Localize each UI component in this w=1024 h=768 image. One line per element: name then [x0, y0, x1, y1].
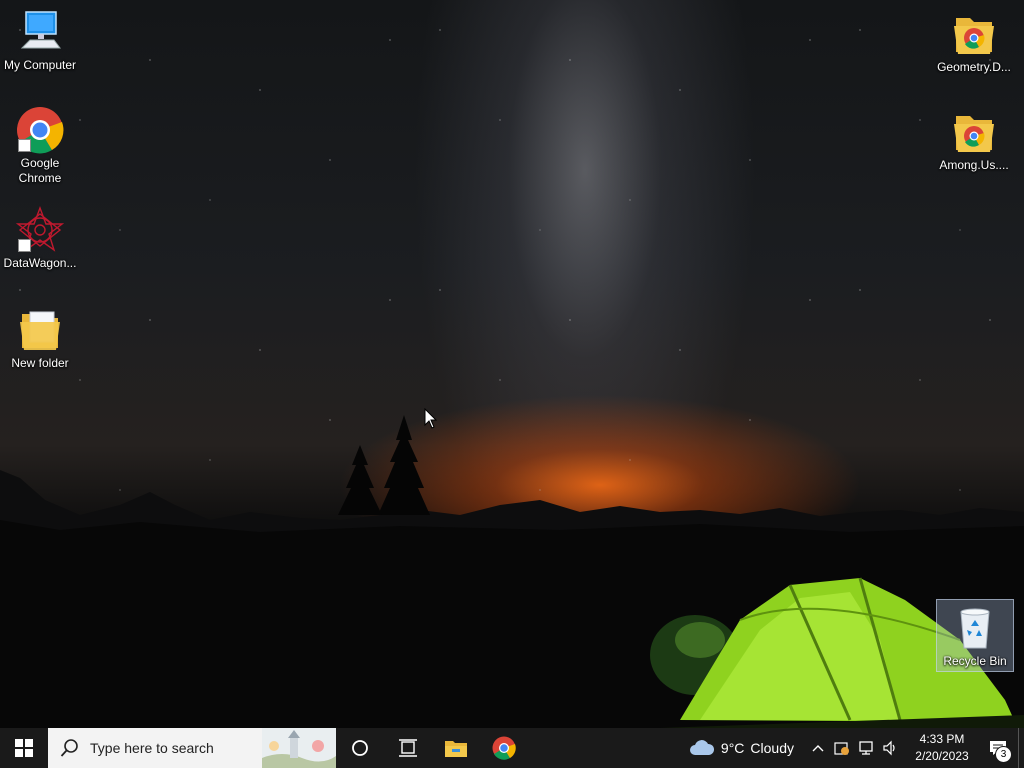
search-icon	[60, 739, 78, 757]
datawagon-icon	[15, 206, 65, 254]
cortana-circle-icon	[352, 740, 368, 756]
chrome-icon	[492, 736, 516, 760]
network-icon	[859, 741, 873, 755]
file-explorer-icon	[445, 741, 467, 757]
taskbar-file-explorer[interactable]	[432, 728, 480, 768]
taskbar: Type here to search 9°C Cloudy 4:33 PM 2…	[0, 728, 1024, 768]
show-desktop-button[interactable]	[1018, 728, 1024, 768]
network-button[interactable]	[854, 728, 878, 768]
chrome-icon	[16, 106, 64, 154]
weather-temperature: 9°C	[720, 740, 745, 756]
computer-icon	[16, 8, 64, 56]
icon-label: DataWagon...	[3, 256, 77, 270]
start-button[interactable]	[0, 728, 48, 768]
taskbar-google-chrome[interactable]	[480, 728, 528, 768]
windows-logo-icon	[15, 739, 33, 757]
weather-widget[interactable]: 9°C Cloudy	[689, 739, 794, 757]
clock-date: 2/20/2023	[915, 749, 969, 763]
desktop-icon-new-folder[interactable]: New folder	[0, 306, 80, 371]
chevron-up-icon	[812, 745, 824, 752]
search-placeholder: Type here to search	[90, 740, 214, 756]
icon-label: Recycle Bin	[943, 654, 1007, 668]
volume-button[interactable]	[878, 728, 902, 768]
chrome-html-file-icon	[950, 10, 998, 58]
desktop-icon-datawagon[interactable]: DataWagon...	[0, 206, 80, 271]
taskbar-search-box[interactable]: Type here to search	[48, 728, 336, 768]
desktop-icon-geometry[interactable]: Geometry.D...	[934, 10, 1014, 75]
task-view-button[interactable]	[384, 728, 432, 768]
icon-label: Among.Us....	[939, 158, 1009, 172]
desktop[interactable]: My Computer Google Chrome DataWagon... N…	[0, 0, 1024, 768]
taskbar-clock[interactable]: 4:33 PM 2/20/2023	[906, 731, 978, 765]
search-highlight-illustration-icon	[262, 728, 336, 768]
shortcut-arrow-icon	[18, 239, 31, 252]
icon-label: Google Chrome	[18, 156, 62, 185]
folder-icon	[16, 306, 64, 354]
system-tray: 9°C Cloudy 4:33 PM 2/20/2023 3	[689, 728, 1024, 768]
notification-count-badge: 3	[995, 746, 1012, 763]
weather-condition: Cloudy	[750, 740, 794, 756]
icon-label: My Computer	[3, 58, 77, 72]
cortana-button[interactable]	[336, 728, 384, 768]
update-warning-icon	[834, 742, 849, 755]
icon-label: Geometry.D...	[937, 60, 1011, 74]
icon-label: New folder	[11, 356, 69, 370]
chrome-html-file-icon	[950, 108, 998, 156]
cloud-icon	[689, 740, 714, 755]
clock-time: 4:33 PM	[919, 732, 965, 746]
task-view-icon	[399, 739, 417, 757]
desktop-icon-google-chrome[interactable]: Google Chrome	[0, 106, 80, 186]
desktop-icon-my-computer[interactable]: My Computer	[0, 8, 80, 73]
desktop-icon-recycle-bin[interactable]: Recycle Bin	[936, 599, 1014, 672]
speaker-icon	[883, 740, 895, 756]
shortcut-arrow-icon	[18, 139, 31, 152]
desktop-icon-among-us[interactable]: Among.Us....	[934, 108, 1014, 173]
recycle-bin-icon	[951, 604, 999, 652]
action-center-button[interactable]: 3	[978, 728, 1018, 768]
wallpaper-landscape	[0, 415, 1024, 728]
show-hidden-icons-button[interactable]	[806, 728, 830, 768]
mouse-cursor-icon	[424, 408, 438, 429]
tray-update-icon-button[interactable]	[830, 728, 854, 768]
